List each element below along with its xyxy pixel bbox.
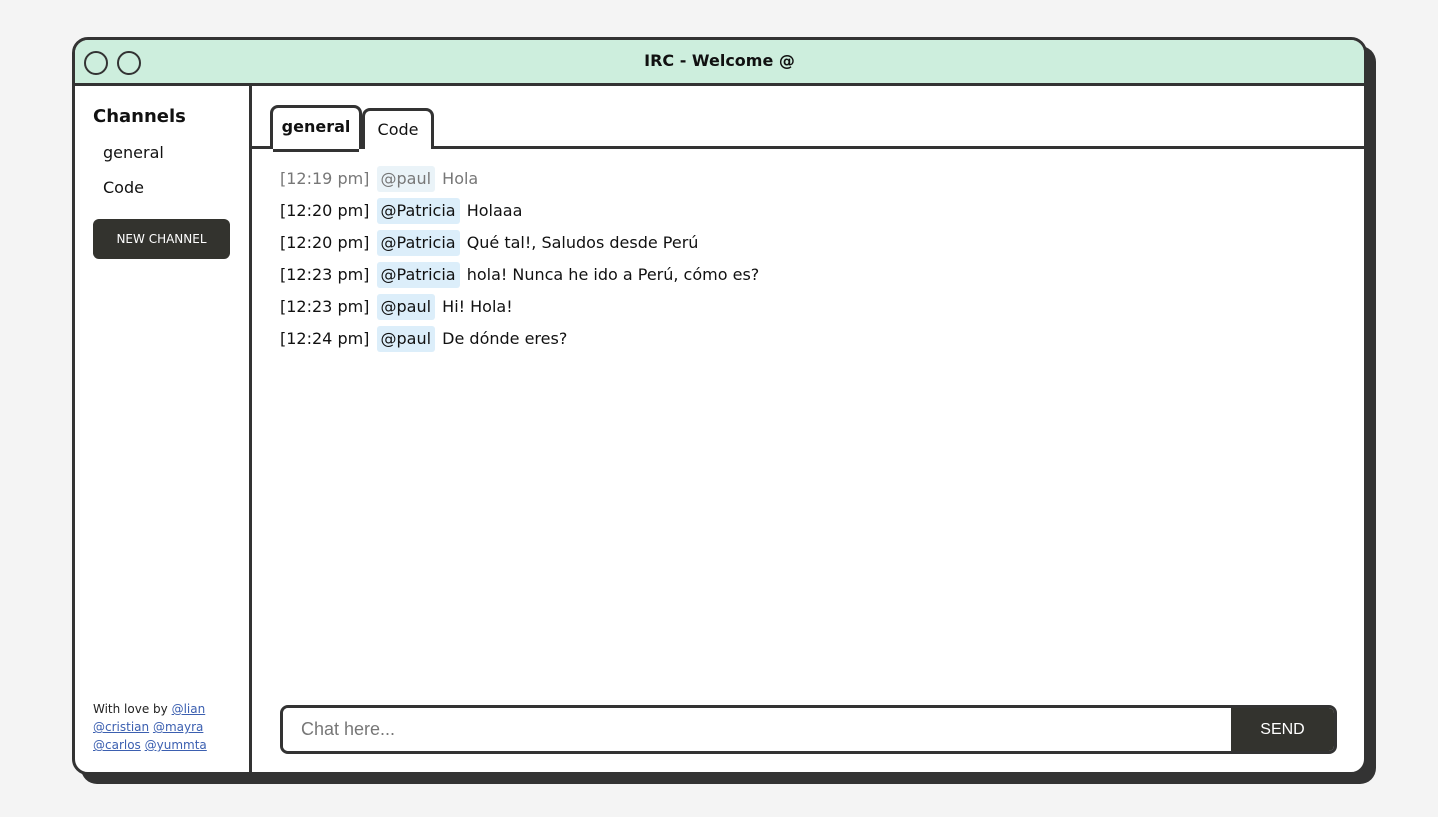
message-row: [12:20 pm] @Patricia Holaaa xyxy=(280,198,759,230)
new-channel-button[interactable]: NEW CHANNEL xyxy=(93,219,230,259)
tab-code[interactable]: Code xyxy=(362,108,434,149)
message-text: hola! Nunca he ido a Perú, cómo es? xyxy=(466,265,760,284)
credit-link-carlos[interactable]: @carlos xyxy=(93,738,141,752)
channels-sidebar: Channels general Code NEW CHANNEL With l… xyxy=(75,86,252,772)
chat-panel: general Code [12:19 pm] @paul Hola [12:2… xyxy=(252,86,1364,772)
channel-list: general Code xyxy=(103,142,164,212)
message-user: @Patricia xyxy=(376,230,460,256)
tab-bar: general Code xyxy=(252,86,1364,152)
title-bar: IRC - Welcome @ xyxy=(75,40,1364,86)
message-user: @paul xyxy=(376,166,436,192)
message-time: [12:20 pm] xyxy=(280,201,370,220)
window-title: IRC - Welcome @ xyxy=(644,51,795,70)
message-text: Hi! Hola! xyxy=(442,297,513,316)
message-row: [12:23 pm] @paul Hi! Hola! xyxy=(280,294,759,326)
message-user: @Patricia xyxy=(376,198,460,224)
message-text: De dónde eres? xyxy=(442,329,568,348)
credit-link-lian[interactable]: @lian xyxy=(172,702,206,716)
message-row: [12:24 pm] @paul De dónde eres? xyxy=(280,326,759,358)
message-time: [12:19 pm] xyxy=(280,169,370,188)
message-time: [12:24 pm] xyxy=(280,329,370,348)
message-time: [12:20 pm] xyxy=(280,233,370,252)
channel-item-general[interactable]: general xyxy=(103,142,164,177)
message-text: Qué tal!, Saludos desde Perú xyxy=(466,233,699,252)
tab-general[interactable]: general xyxy=(270,105,362,152)
credits: With love by @lian @cristian @mayra @car… xyxy=(93,700,223,754)
message-time: [12:23 pm] xyxy=(280,297,370,316)
credit-link-mayra[interactable]: @mayra xyxy=(153,720,203,734)
message-composer: SEND xyxy=(280,705,1337,754)
message-user: @paul xyxy=(376,326,436,352)
credit-link-yummta[interactable]: @yummta xyxy=(145,738,207,752)
chat-input[interactable] xyxy=(283,708,1231,751)
credit-link-cristian[interactable]: @cristian xyxy=(93,720,149,734)
send-button[interactable]: SEND xyxy=(1231,708,1334,751)
message-row: [12:19 pm] @paul Hola xyxy=(280,166,759,198)
message-time: [12:23 pm] xyxy=(280,265,370,284)
message-text: Hola xyxy=(442,169,479,188)
message-row: [12:23 pm] @Patricia hola! Nunca he ido … xyxy=(280,262,759,294)
message-list: [12:19 pm] @paul Hola [12:20 pm] @Patric… xyxy=(280,166,759,358)
message-user: @paul xyxy=(376,294,436,320)
message-text: Holaaa xyxy=(466,201,523,220)
message-user: @Patricia xyxy=(376,262,460,288)
message-row: [12:20 pm] @Patricia Qué tal!, Saludos d… xyxy=(280,230,759,262)
irc-window: IRC - Welcome @ Channels general Code NE… xyxy=(72,37,1367,775)
credits-prefix: With love by xyxy=(93,702,168,716)
channel-item-code[interactable]: Code xyxy=(103,177,164,212)
channels-heading: Channels xyxy=(93,106,186,127)
